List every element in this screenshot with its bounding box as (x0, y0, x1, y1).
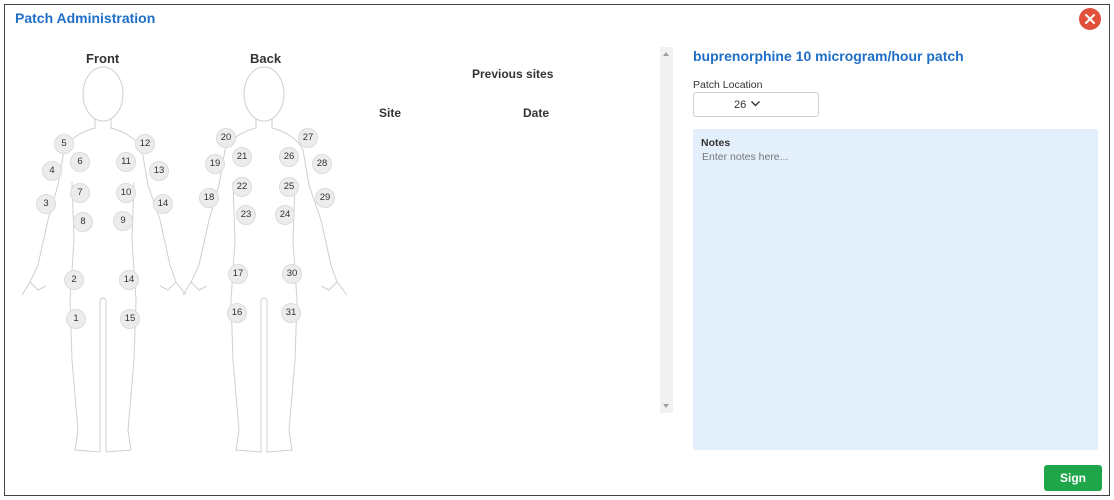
site-30[interactable]: 30 (282, 264, 302, 284)
column-header-site: Site (379, 106, 402, 120)
site-13[interactable]: 13 (149, 161, 169, 181)
close-icon (1085, 14, 1095, 24)
site-3[interactable]: 3 (36, 194, 56, 214)
back-figure (182, 66, 348, 453)
site-21[interactable]: 21 (232, 147, 252, 167)
site-7[interactable]: 7 (70, 183, 90, 203)
site-25[interactable]: 25 (279, 177, 299, 197)
column-header-date: Date (523, 106, 550, 120)
site-23[interactable]: 23 (236, 205, 256, 225)
front-figure (21, 66, 187, 453)
site-2[interactable]: 2 (64, 270, 84, 290)
site-6[interactable]: 6 (70, 152, 90, 172)
scroll-up-arrow-icon[interactable] (663, 52, 669, 56)
site-16[interactable]: 16 (227, 303, 247, 323)
chevron-down-icon (751, 101, 760, 107)
previous-sites-title: Previous sites (472, 67, 554, 81)
site-24[interactable]: 24 (275, 205, 295, 225)
site-26[interactable]: 26 (279, 147, 299, 167)
notes-panel: Notes (693, 129, 1098, 450)
site-9[interactable]: 9 (113, 211, 133, 231)
site-19[interactable]: 19 (205, 154, 225, 174)
patch-location-value: 26 (734, 99, 747, 111)
patch-location-label: Patch Location (693, 79, 763, 91)
site-10[interactable]: 10 (116, 183, 136, 203)
site-1[interactable]: 1 (66, 309, 86, 329)
scroll-down-arrow-icon[interactable] (663, 404, 669, 408)
site-15[interactable]: 15 (120, 309, 140, 329)
site-4[interactable]: 4 (42, 161, 62, 181)
sign-button[interactable]: Sign (1044, 465, 1102, 491)
body-figures (21, 66, 348, 453)
patch-location-select[interactable]: 26 (693, 92, 819, 117)
site-11[interactable]: 11 (116, 152, 136, 172)
site-18[interactable]: 18 (199, 188, 219, 208)
site-5[interactable]: 5 (54, 134, 74, 154)
site-12[interactable]: 12 (135, 134, 155, 154)
site-22[interactable]: 22 (232, 177, 252, 197)
close-button[interactable] (1079, 8, 1101, 30)
site-31[interactable]: 31 (281, 303, 301, 323)
site-27[interactable]: 27 (298, 128, 318, 148)
site-20[interactable]: 20 (216, 128, 236, 148)
site-17[interactable]: 17 (228, 264, 248, 284)
site-29[interactable]: 29 (315, 188, 335, 208)
site-14-upper[interactable]: 14 (153, 194, 173, 214)
notes-input[interactable] (693, 151, 1098, 446)
site-8[interactable]: 8 (73, 212, 93, 232)
site-14-lower[interactable]: 14 (119, 270, 139, 290)
medication-name: buprenorphine 10 microgram/hour patch (693, 48, 964, 64)
notes-label: Notes (701, 137, 731, 149)
previous-sites-scrollbar[interactable] (660, 47, 673, 413)
site-28[interactable]: 28 (312, 154, 332, 174)
